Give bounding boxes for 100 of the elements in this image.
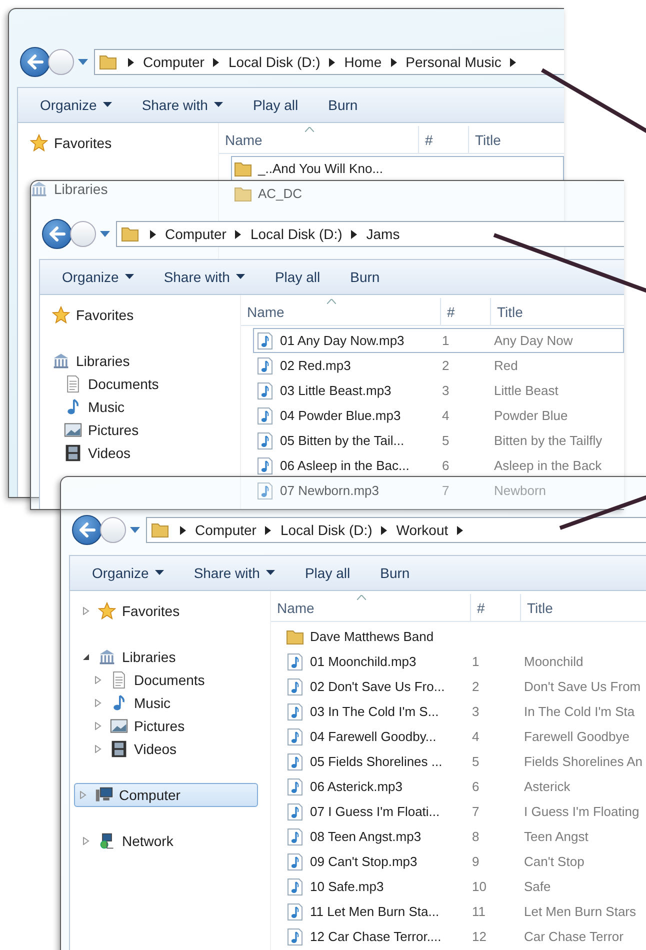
toolbar-button[interactable]: Share with [130, 93, 241, 117]
nav-item[interactable]: Libraries [26, 178, 116, 200]
track-title: Little Beast [494, 383, 558, 398]
track-number: 1 [442, 333, 450, 348]
toolbar-button[interactable]: Play all [262, 265, 338, 289]
column-header[interactable]: Name [219, 126, 419, 153]
track-title: Powder Blue [494, 408, 568, 423]
file-name: 11 Let Men Burn Sta... [310, 904, 440, 919]
column-header[interactable]: Name [271, 594, 471, 621]
nav-item[interactable]: Favorites [48, 304, 142, 326]
address-bar[interactable]: Computer Local Disk (D:) Jams [116, 221, 624, 247]
nav-item[interactable]: Music [60, 396, 133, 418]
toolbar-button[interactable]: Organize [80, 561, 182, 585]
toolbar-button[interactable]: Play all [292, 561, 368, 585]
track-title: Don't Save Us From [524, 679, 641, 694]
track-title: Asleep in the Back [494, 458, 602, 473]
toolbar-button[interactable]: Play all [240, 93, 316, 117]
column-header[interactable]: Title [491, 298, 624, 325]
file-name: 12 Car Chase Terror.... [310, 929, 442, 944]
track-number: 6 [472, 779, 480, 794]
track-title: Asterick [524, 779, 570, 794]
breadcrumb-item[interactable]: Workout [396, 522, 448, 538]
file-name: Dave Matthews Band [310, 629, 434, 644]
file-name: 05 Fields Shorelines ... [310, 754, 442, 769]
toolbar-button[interactable]: Burn [338, 265, 398, 289]
breadcrumb-item[interactable]: Local Disk (D:) [228, 54, 320, 70]
address-bar[interactable]: Computer Local Disk (D:) Workout [146, 517, 646, 543]
toolbar-button[interactable]: Share with [152, 265, 263, 289]
track-number: 5 [472, 754, 480, 769]
nav-item[interactable]: Favorites [26, 132, 120, 154]
column-header[interactable]: # [471, 594, 521, 621]
breadcrumb-item[interactable]: Jams [366, 226, 400, 242]
focused-file-row[interactable]: 01 Any Day Now.mp3 1 Any Day Now [253, 328, 624, 353]
track-number: 4 [472, 729, 480, 744]
nav-item[interactable]: Videos [90, 738, 185, 760]
breadcrumb-item[interactable]: Local Disk (D:) [280, 522, 372, 538]
nav-item[interactable]: Documents [60, 372, 167, 394]
file-name: 06 Asterick.mp3 [310, 779, 402, 794]
track-number: 11 [472, 904, 486, 919]
breadcrumb-item[interactable]: Computer [165, 226, 226, 242]
breadcrumb-item[interactable]: Computer [143, 54, 204, 70]
focused-file-row[interactable]: _..And You Will Kno... [231, 156, 564, 181]
file-name: 02 Don't Save Us Fro... [310, 679, 445, 694]
breadcrumb-item[interactable]: Home [344, 54, 382, 70]
file-name: _..And You Will Kno... [258, 161, 384, 176]
track-title: Red [494, 358, 518, 373]
track-number: 7 [442, 483, 450, 498]
track-title: Can't Stop [524, 854, 584, 869]
file-name: 01 Any Day Now.mp3 [280, 333, 404, 348]
track-title: Moonchild [524, 654, 584, 669]
track-title: Fields Shorelines An [524, 754, 643, 769]
file-name: 01 Moonchild.mp3 [310, 654, 416, 669]
column-header[interactable]: # [419, 126, 469, 153]
nav-item[interactable]: Videos [60, 442, 139, 464]
toolbar-button[interactable]: Burn [316, 93, 376, 117]
nav-item[interactable]: Music [90, 692, 179, 714]
nav-item[interactable]: Libraries [78, 646, 184, 668]
track-title: Let Men Burn Stars [524, 904, 636, 919]
track-number: 1 [472, 654, 480, 669]
toolbar-button[interactable]: Share with [182, 561, 293, 585]
track-number: 12 [472, 929, 486, 944]
file-name: 02 Red.mp3 [280, 358, 351, 373]
toolbar-button[interactable]: Organize [28, 93, 130, 117]
track-number: 3 [442, 383, 450, 398]
track-number: 2 [472, 679, 480, 694]
column-header[interactable]: # [441, 298, 491, 325]
nav-item[interactable]: Libraries [48, 350, 138, 372]
track-title: Any Day Now [494, 333, 573, 348]
toolbar-button[interactable]: Organize [50, 265, 152, 289]
file-name: 07 I Guess I'm Floati... [310, 804, 440, 819]
nav-item[interactable]: Documents [90, 668, 213, 690]
track-number: 10 [472, 879, 486, 894]
file-name: 03 In The Cold I'm S... [310, 704, 439, 719]
column-header[interactable]: Name [241, 298, 441, 325]
file-name: 05 Bitten by the Tail... [280, 433, 404, 448]
breadcrumb-item[interactable]: Local Disk (D:) [250, 226, 342, 242]
track-number: 2 [442, 358, 450, 373]
nav-item[interactable]: Pictures [90, 714, 193, 736]
track-title: Safe [524, 879, 551, 894]
column-header[interactable]: Title [521, 594, 646, 621]
nav-item[interactable]: Pictures [60, 418, 147, 440]
track-title: Teen Angst [524, 829, 588, 844]
selected-nav-item[interactable]: Computer [74, 782, 258, 806]
file-name: 09 Can't Stop.mp3 [310, 854, 418, 869]
track-number: 8 [472, 829, 480, 844]
track-number: 3 [472, 704, 480, 719]
address-bar[interactable]: Computer Local Disk (D:) Home Personal Music [94, 49, 564, 75]
file-name: 10 Safe.mp3 [310, 879, 384, 894]
track-number: 6 [442, 458, 450, 473]
track-title: I Guess I'm Floating [524, 804, 640, 819]
track-title: Car Chase Terror [524, 929, 624, 944]
file-name: 07 Newborn.mp3 [280, 483, 379, 498]
breadcrumb-item[interactable]: Computer [195, 522, 256, 538]
file-name: 08 Teen Angst.mp3 [310, 829, 422, 844]
nav-item[interactable]: Favorites [78, 600, 188, 622]
nav-item[interactable]: Network [78, 830, 182, 852]
breadcrumb-item[interactable]: Personal Music [406, 54, 502, 70]
track-number: 9 [472, 854, 480, 869]
toolbar-button[interactable]: Burn [368, 561, 428, 585]
column-header[interactable]: Title [469, 126, 564, 153]
